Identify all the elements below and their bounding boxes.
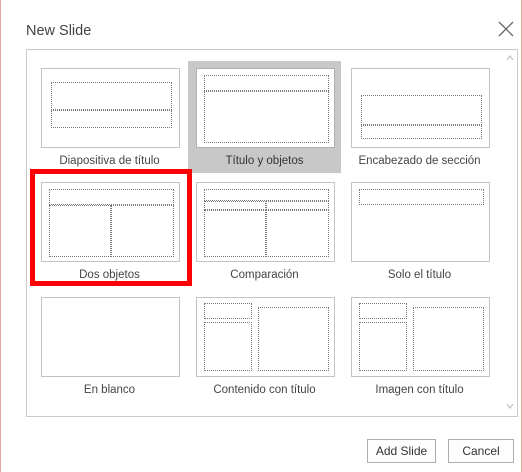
layout-label: Imagen con título bbox=[375, 384, 464, 396]
layout-thumbnail bbox=[196, 182, 335, 262]
layout-thumbnail bbox=[196, 297, 335, 377]
layout-label: Dos objetos bbox=[79, 269, 140, 281]
layout-label: Solo el título bbox=[387, 269, 452, 281]
add-slide-button[interactable]: Add Slide bbox=[367, 439, 436, 463]
layout-label: En blanco bbox=[83, 384, 136, 396]
layout-imagen-con-titulo[interactable]: Imagen con título bbox=[343, 290, 496, 402]
layout-dos-objetos[interactable]: Dos objetos bbox=[33, 175, 186, 287]
layout-label: Título y objetos bbox=[225, 155, 304, 167]
dialog-title: New Slide bbox=[26, 23, 92, 39]
layout-en-blanco[interactable]: En blanco bbox=[33, 290, 186, 402]
layout-solo-el-titulo[interactable]: Solo el título bbox=[343, 175, 496, 287]
layout-thumbnail bbox=[351, 297, 490, 377]
layout-thumbnail bbox=[351, 68, 490, 148]
layout-encabezado-de-seccion[interactable]: Encabezado de sección bbox=[343, 61, 496, 173]
layout-gallery[interactable]: Diapositiva de título Título y objetos E… bbox=[26, 49, 518, 417]
new-slide-dialog: New Slide Diapositiva de título Título y… bbox=[0, 0, 522, 472]
cancel-button[interactable]: Cancel bbox=[448, 439, 514, 463]
close-icon[interactable] bbox=[495, 18, 517, 40]
layout-label: Comparación bbox=[230, 269, 299, 281]
layout-label: Contenido con título bbox=[213, 384, 316, 396]
layout-contenido-con-titulo[interactable]: Contenido con título bbox=[188, 290, 341, 402]
layout-titulo-y-objetos[interactable]: Título y objetos bbox=[188, 61, 341, 173]
scroll-up-icon[interactable] bbox=[506, 54, 514, 62]
gallery-scrollbar[interactable] bbox=[503, 50, 517, 416]
layout-label: Diapositiva de título bbox=[59, 155, 160, 167]
scroll-down-icon[interactable] bbox=[506, 402, 514, 410]
layout-label: Encabezado de sección bbox=[358, 155, 481, 167]
layout-diapositiva-de-titulo[interactable]: Diapositiva de título bbox=[33, 61, 186, 173]
layout-comparacion[interactable]: Comparación bbox=[188, 175, 341, 287]
layout-thumbnail bbox=[196, 68, 335, 148]
layout-thumbnail bbox=[41, 182, 180, 262]
layout-thumbnail bbox=[41, 297, 180, 377]
layout-thumbnail bbox=[351, 182, 490, 262]
layout-thumbnail bbox=[41, 68, 180, 148]
